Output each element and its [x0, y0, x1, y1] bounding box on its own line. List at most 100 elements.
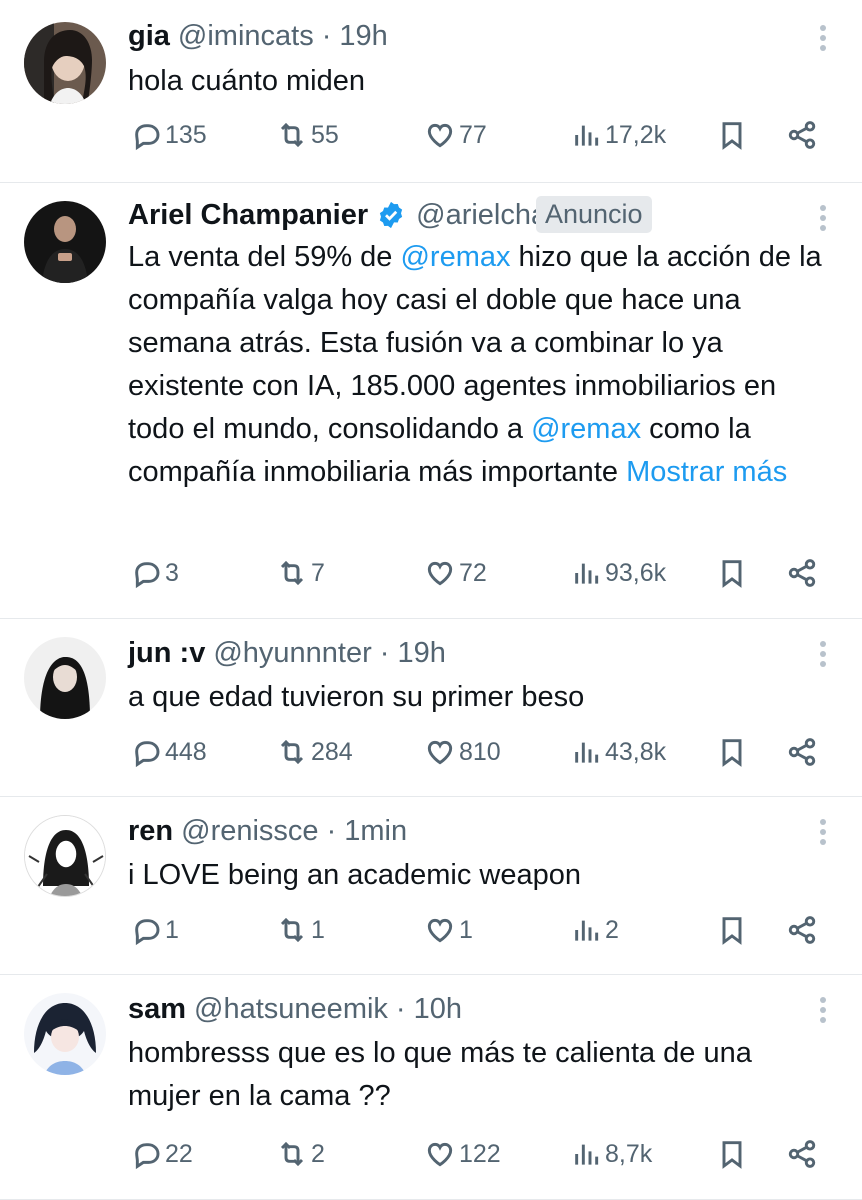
share-button[interactable] [786, 119, 818, 151]
reply-count: 135 [165, 120, 207, 149]
retweet-button[interactable]: 1 [276, 914, 325, 946]
retweet-button[interactable]: 7 [276, 557, 325, 589]
action-bar: 135 55 77 17,2k [128, 119, 822, 159]
share-icon [786, 914, 818, 946]
show-more-link[interactable]: Mostrar más [626, 456, 787, 488]
views-icon [570, 736, 602, 768]
ad-badge: Anuncio [536, 196, 652, 233]
share-button[interactable] [786, 914, 818, 946]
share-icon [786, 736, 818, 768]
verified-icon [380, 201, 403, 229]
view-count: 2 [605, 915, 619, 944]
like-button[interactable]: 810 [424, 736, 501, 768]
share-button[interactable] [786, 1138, 818, 1170]
author-name[interactable]: sam [128, 993, 186, 1026]
author-handle[interactable]: @hatsuneemik [194, 993, 388, 1026]
tweet-promoted[interactable]: Ariel Champanier @arielcham... Anuncio L… [0, 183, 862, 619]
avatar[interactable] [24, 201, 106, 283]
views-button[interactable]: 2 [570, 914, 619, 946]
timestamp[interactable]: 19h [397, 637, 445, 670]
retweet-icon [276, 119, 308, 151]
heart-icon [424, 557, 456, 589]
bookmark-button[interactable] [716, 914, 748, 946]
retweet-button[interactable]: 2 [276, 1138, 325, 1170]
action-bar: 448 284 810 43,8k [128, 736, 822, 776]
author-handle[interactable]: @hyunnnter [213, 637, 371, 670]
tweet[interactable]: ren @renissce · 1min i LOVE being an aca… [0, 797, 862, 975]
timestamp[interactable]: 10h [414, 993, 462, 1026]
retweet-button[interactable]: 284 [276, 736, 353, 768]
avatar[interactable] [24, 637, 106, 719]
view-count: 17,2k [605, 120, 667, 149]
author-handle[interactable]: @renissce [181, 815, 318, 848]
bookmark-icon [716, 736, 748, 768]
author-name[interactable]: ren [128, 815, 173, 848]
avatar[interactable] [24, 815, 106, 897]
reply-icon [130, 736, 162, 768]
more-icon[interactable] [820, 819, 828, 849]
views-icon [570, 914, 602, 946]
retweet-button[interactable]: 55 [276, 119, 339, 151]
reply-button[interactable]: 448 [130, 736, 207, 768]
tweet-text: hombresss que es lo que más te calienta … [128, 1037, 752, 1112]
action-bar: 1 1 1 2 [128, 914, 822, 954]
more-icon[interactable] [820, 205, 828, 235]
separator-dot: · [321, 19, 332, 52]
timeline: gia @imincats · 19h hola cuánto miden 13… [0, 0, 862, 1200]
reply-button[interactable]: 1 [130, 914, 179, 946]
views-button[interactable]: 43,8k [570, 736, 666, 768]
author-handle[interactable]: @imincats [178, 20, 314, 53]
views-button[interactable]: 8,7k [570, 1138, 652, 1170]
views-button[interactable]: 93,6k [570, 557, 666, 589]
like-button[interactable]: 122 [424, 1138, 501, 1170]
like-count: 810 [459, 737, 501, 766]
share-icon [786, 557, 818, 589]
more-icon[interactable] [820, 641, 828, 671]
more-icon[interactable] [820, 25, 828, 55]
views-icon [570, 1138, 602, 1170]
like-button[interactable]: 77 [424, 119, 487, 151]
bookmark-button[interactable] [716, 119, 748, 151]
retweet-count: 2 [311, 1139, 325, 1168]
avatar[interactable] [24, 993, 106, 1075]
author-name[interactable]: jun :v [128, 637, 205, 670]
tweet[interactable]: gia @imincats · 19h hola cuánto miden 13… [0, 0, 862, 183]
more-icon[interactable] [820, 997, 828, 1027]
view-count: 93,6k [605, 558, 667, 587]
share-button[interactable] [786, 736, 818, 768]
like-count: 122 [459, 1139, 501, 1168]
action-bar: 22 2 122 8,7k [128, 1138, 822, 1178]
separator-dot: · [326, 814, 337, 847]
share-icon [786, 1138, 818, 1170]
bookmark-button[interactable] [716, 1138, 748, 1170]
retweet-icon [276, 914, 308, 946]
views-icon [570, 557, 602, 589]
reply-button[interactable]: 135 [130, 119, 207, 151]
bookmark-button[interactable] [716, 557, 748, 589]
author-name[interactable]: Ariel Champanier [128, 199, 368, 232]
heart-icon [424, 1138, 456, 1170]
reply-button[interactable]: 3 [130, 557, 179, 589]
reply-icon [130, 557, 162, 589]
mention-link[interactable]: @remax [400, 241, 510, 273]
like-button[interactable]: 1 [424, 914, 473, 946]
share-button[interactable] [786, 557, 818, 589]
author-name[interactable]: gia [128, 20, 170, 53]
mention-link[interactable]: @remax [531, 413, 641, 445]
timestamp[interactable]: 1min [344, 815, 407, 848]
retweet-count: 284 [311, 737, 353, 766]
reply-count: 3 [165, 558, 179, 587]
like-count: 77 [459, 120, 487, 149]
retweet-icon [276, 557, 308, 589]
bookmark-icon [716, 557, 748, 589]
views-button[interactable]: 17,2k [570, 119, 666, 151]
tweet[interactable]: jun :v @hyunnnter · 19h a que edad tuvie… [0, 619, 862, 797]
like-button[interactable]: 72 [424, 557, 487, 589]
retweet-icon [276, 1138, 308, 1170]
reply-count: 448 [165, 737, 207, 766]
bookmark-button[interactable] [716, 736, 748, 768]
avatar[interactable] [24, 22, 106, 104]
tweet[interactable]: sam @hatsuneemik · 10h hombresss que es … [0, 975, 862, 1200]
reply-button[interactable]: 22 [130, 1138, 193, 1170]
timestamp[interactable]: 19h [339, 20, 387, 53]
